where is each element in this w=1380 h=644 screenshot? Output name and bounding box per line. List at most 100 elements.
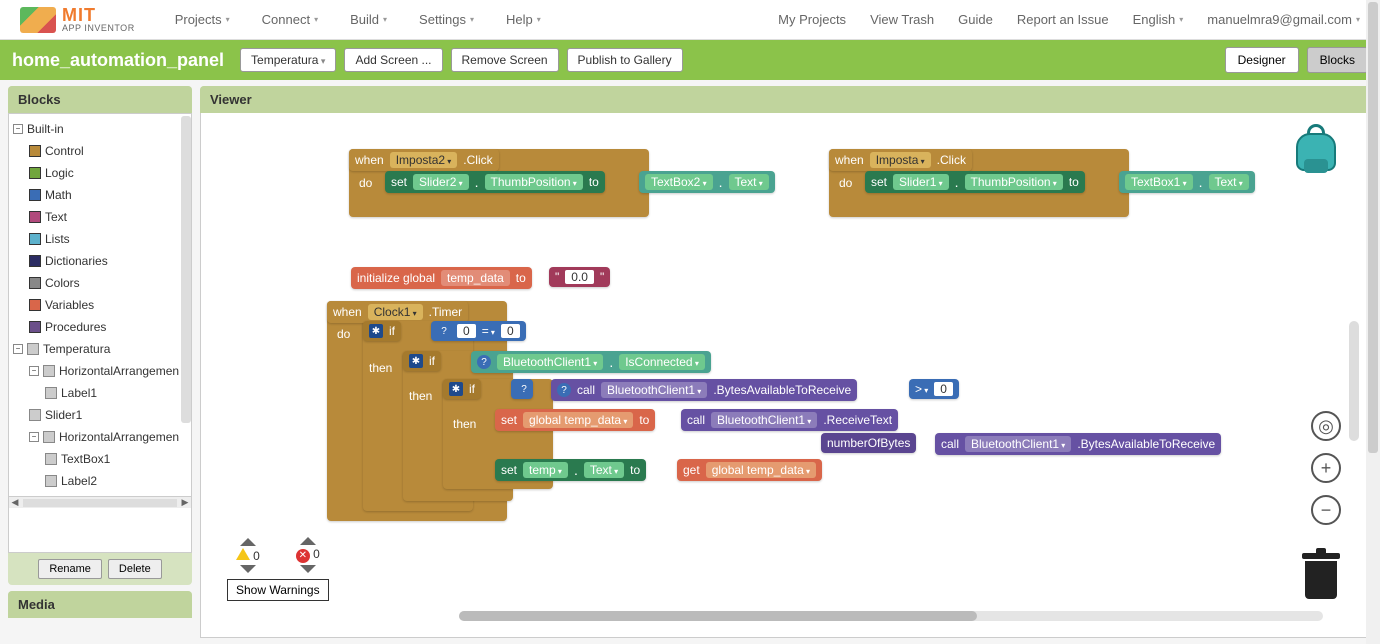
menu-language[interactable]: English▾ — [1133, 12, 1184, 27]
add-screen-button[interactable]: Add Screen ... — [344, 48, 442, 72]
block-header-imposta[interactable]: whenImposta.Click — [829, 149, 972, 171]
gear-icon: ✱ — [369, 324, 383, 338]
tree-ha1[interactable]: −HorizontalArrangemen — [27, 360, 189, 382]
tree-variables[interactable]: Variables — [27, 294, 189, 316]
block-string-zero[interactable]: " 0.0 " — [549, 267, 610, 287]
tree-hscroll[interactable]: ◀▶ — [9, 496, 191, 508]
link-report[interactable]: Report an Issue — [1017, 12, 1109, 27]
menu-account[interactable]: manuelmra9@gmail.com▾ — [1207, 12, 1360, 27]
block-textbox1-text[interactable]: TextBox1.Text — [1119, 171, 1255, 193]
menu-settings[interactable]: Settings▾ — [419, 12, 474, 27]
workspace-vscroll[interactable] — [1349, 321, 1359, 441]
show-warnings-button[interactable]: Show Warnings — [227, 579, 329, 601]
arrow-down-icon[interactable] — [300, 565, 316, 573]
link-viewtrash[interactable]: View Trash — [870, 12, 934, 27]
block-when-clock[interactable]: whenClock1.Timer — [327, 301, 468, 323]
arrow-up-icon[interactable] — [240, 538, 256, 546]
delete-button[interactable]: Delete — [108, 559, 162, 579]
block-gt[interactable]: ? — [511, 379, 533, 399]
block-get-global[interactable]: getglobal temp_data — [677, 459, 822, 481]
error-count: 0 — [313, 547, 320, 561]
tree-screen[interactable]: −Temperatura — [11, 338, 189, 360]
block-gt-op[interactable]: >0 — [909, 379, 959, 399]
warning-icon — [236, 548, 250, 560]
recenter-icon[interactable]: ◎ — [1311, 411, 1341, 441]
tree-control[interactable]: Control — [27, 140, 189, 162]
block-if2[interactable]: ✱if — [403, 351, 441, 371]
block-call-bytesavail[interactable]: ? callBluetoothClient1.BytesAvailableToR… — [551, 379, 857, 401]
gear-icon: ✱ — [449, 382, 463, 396]
block-isconnected[interactable]: ? BluetoothClient1.IsConnected — [471, 351, 711, 373]
tree-lists[interactable]: Lists — [27, 228, 189, 250]
link-guide[interactable]: Guide — [958, 12, 993, 27]
blocks-panel: Blocks −Built-in Control Logic Math Text… — [8, 86, 192, 585]
screen-selector[interactable]: Temperatura — [240, 48, 336, 72]
logo-text-mit: MIT — [62, 6, 135, 24]
rename-button[interactable]: Rename — [38, 559, 102, 579]
blocks-tree[interactable]: −Built-in Control Logic Math Text Lists … — [8, 113, 192, 553]
logo[interactable]: MIT APP INVENTOR — [20, 6, 135, 33]
label-do3: do — [337, 327, 350, 341]
label-then2: then — [409, 389, 432, 403]
menu-connect[interactable]: Connect▾ — [262, 12, 318, 27]
warnings-area: 0 ✕ 0 Show Warnings — [227, 537, 329, 601]
block-call-bytesavail2[interactable]: callBluetoothClient1.BytesAvailableToRec… — [935, 433, 1221, 455]
block-header-imposta2[interactable]: whenImposta2.Click — [349, 149, 499, 171]
zoom-in-icon[interactable]: + — [1311, 453, 1341, 483]
arrow-down-icon[interactable] — [240, 565, 256, 573]
tree-scrollbar[interactable] — [181, 116, 191, 423]
link-myprojects[interactable]: My Projects — [778, 12, 846, 27]
tree-colors[interactable]: Colors — [27, 272, 189, 294]
trash-icon[interactable] — [1301, 553, 1341, 601]
tree-textbox1[interactable]: TextBox1 — [43, 448, 189, 470]
viewer-column: Viewer whenImposta2.Click do setSlider2.… — [200, 80, 1380, 644]
remove-screen-button[interactable]: Remove Screen — [451, 48, 559, 72]
menu-help[interactable]: Help▾ — [506, 12, 541, 27]
block-set-slider2[interactable]: setSlider2.ThumbPositionto — [385, 171, 605, 193]
tree-ha2[interactable]: −HorizontalArrangemen — [27, 426, 189, 448]
block-if1[interactable]: ✱if — [363, 321, 401, 341]
label-then3: then — [453, 417, 476, 431]
tree-dictionaries[interactable]: Dictionaries — [27, 250, 189, 272]
tree-text[interactable]: Text — [27, 206, 189, 228]
help-icon: ? — [557, 383, 571, 397]
menu-build[interactable]: Build▾ — [350, 12, 387, 27]
logo-icon — [20, 7, 56, 33]
blocks-tab[interactable]: Blocks — [1307, 47, 1368, 73]
workspace-hscroll[interactable] — [459, 611, 1323, 621]
media-panel-header: Media — [8, 591, 192, 618]
designer-tab[interactable]: Designer — [1225, 47, 1299, 73]
tree-builtin[interactable]: −Built-in — [11, 118, 189, 140]
tree-logic[interactable]: Logic — [27, 162, 189, 184]
tree-slider1[interactable]: Slider1 — [27, 404, 189, 426]
viewer-panel: Viewer whenImposta2.Click do setSlider2.… — [200, 86, 1372, 638]
block-init-global[interactable]: initialize globaltemp_datato — [351, 267, 532, 289]
block-eq[interactable]: ? 0 = 0 — [431, 321, 526, 341]
label-do2: do — [839, 176, 852, 190]
tree-math[interactable]: Math — [27, 184, 189, 206]
block-numbytes[interactable]: numberOfBytes — [821, 433, 916, 453]
block-set-global[interactable]: setglobal temp_datato — [495, 409, 655, 431]
tree-label1[interactable]: Label1 — [43, 382, 189, 404]
logo-text-sub: APP INVENTOR — [62, 24, 135, 33]
project-title: home_automation_panel — [12, 50, 224, 71]
block-textbox2-text[interactable]: TextBox2.Text — [639, 171, 775, 193]
tree-procedures[interactable]: Procedures — [27, 316, 189, 338]
block-call-recv[interactable]: callBluetoothClient1.ReceiveText — [681, 409, 898, 431]
block-set-slider1[interactable]: setSlider1.ThumbPositionto — [865, 171, 1085, 193]
block-set-temp[interactable]: settemp.Textto — [495, 459, 646, 481]
media-panel: Media — [8, 591, 192, 618]
window-scrollbar[interactable] — [1366, 0, 1380, 644]
block-if3[interactable]: ✱if — [443, 379, 481, 399]
help-icon: ? — [437, 324, 451, 338]
gear-icon: ✱ — [409, 354, 423, 368]
blocks-workspace[interactable]: whenImposta2.Click do setSlider2.ThumbPo… — [209, 121, 1363, 629]
menu-projects[interactable]: Projects▾ — [175, 12, 230, 27]
arrow-up-icon[interactable] — [300, 537, 316, 545]
label-then1: then — [369, 361, 392, 375]
backpack-icon[interactable] — [1291, 125, 1341, 175]
zoom-out-icon[interactable]: − — [1311, 495, 1341, 525]
top-menu-bar: MIT APP INVENTOR Projects▾ Connect▾ Buil… — [0, 0, 1380, 40]
tree-label2[interactable]: Label2 — [43, 470, 189, 492]
publish-button[interactable]: Publish to Gallery — [567, 48, 683, 72]
